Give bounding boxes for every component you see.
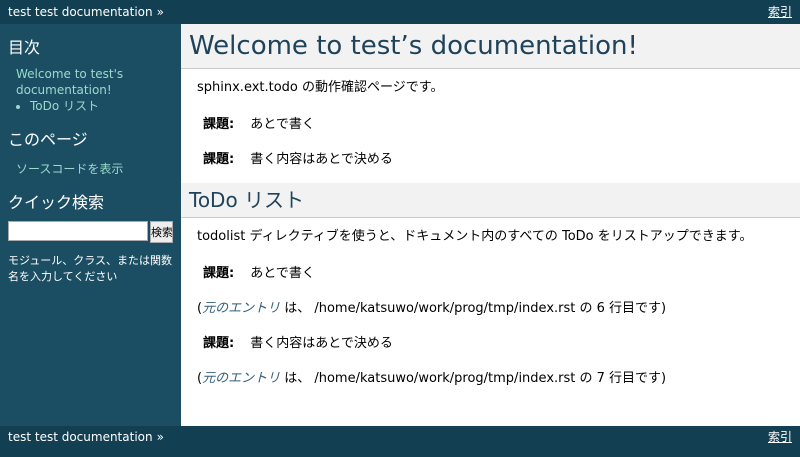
todolist-item: 課題: 書く内容はあとで決める — [203, 332, 784, 351]
original-entry-link[interactable]: 元のエントリ — [202, 301, 280, 316]
quick-search-heading: クイック検索 — [8, 193, 105, 212]
sidebar: 目次 Welcome to test's documentation! ToDo… — [0, 24, 181, 426]
search-form: 検索 — [8, 221, 173, 243]
todo-text: あとで書く — [250, 117, 315, 132]
breadcrumb-chevron-icon: » — [156, 5, 164, 19]
todo-text: あとで書く — [250, 266, 315, 281]
breadcrumb-chevron-icon: » — [156, 430, 164, 444]
section-intro-text: todolist ディレクティブを使うと、ドキュメント内のすべての ToDo を… — [197, 229, 753, 244]
original-entry-note: (元のエントリ は、 /home/katsuwo/work/prog/tmp/i… — [197, 367, 784, 386]
top-relbar: test test documentation» 索引 — [0, 0, 800, 24]
toc-item-todo-list[interactable]: ToDo リスト — [30, 99, 99, 113]
original-entry-location: は、 /home/katsuwo/work/prog/tmp/index.rst… — [280, 371, 667, 386]
toc-list: Welcome to test's documentation! ToDo リス… — [16, 66, 173, 114]
todo-item: 課題: 書く内容はあとで決める — [203, 148, 784, 167]
todolist-item: 課題: あとで書く — [203, 262, 784, 281]
todo-text: 書く内容はあとで決める — [250, 336, 393, 351]
this-page-heading: このページ — [8, 130, 88, 149]
home-breadcrumb[interactable]: test test documentation — [8, 5, 153, 19]
search-input[interactable] — [8, 221, 148, 241]
search-hint: モジュール、クラス、または関数名を入力してください — [8, 254, 173, 283]
bottom-relbar: test test documentation» 索引 — [0, 426, 800, 457]
index-link[interactable]: 索引 — [768, 426, 792, 449]
todo-text: 書く内容はあとで決める — [250, 152, 393, 167]
todo-label: 課題: — [203, 336, 235, 351]
toc-item-welcome[interactable]: Welcome to test's documentation! — [16, 67, 123, 97]
original-entry-location: は、 /home/katsuwo/work/prog/tmp/index.rst… — [280, 301, 667, 316]
todo-label: 課題: — [203, 152, 235, 167]
todo-label: 課題: — [203, 266, 235, 281]
index-link[interactable]: 索引 — [768, 0, 792, 24]
intro-text: sphinx.ext.todo の動作確認ページです。 — [197, 80, 444, 95]
original-entry-note: (元のエントリ は、 /home/katsuwo/work/prog/tmp/i… — [197, 297, 784, 316]
page-title: Welcome to test’s documentation! — [181, 24, 800, 69]
section-title-todo-list: ToDo リスト — [181, 183, 800, 218]
todo-label: 課題: — [203, 117, 235, 132]
toc-heading: 目次 — [8, 38, 41, 57]
toc-sub-item: ToDo リスト — [30, 98, 173, 114]
show-source-link[interactable]: ソースコードを表示 — [16, 162, 123, 176]
home-breadcrumb[interactable]: test test documentation — [8, 430, 153, 444]
search-button[interactable]: 検索 — [150, 221, 173, 243]
original-entry-link[interactable]: 元のエントリ — [202, 371, 280, 386]
todo-item: 課題: あとで書く — [203, 113, 784, 132]
main-content: Welcome to test’s documentation! sphinx.… — [181, 24, 800, 426]
